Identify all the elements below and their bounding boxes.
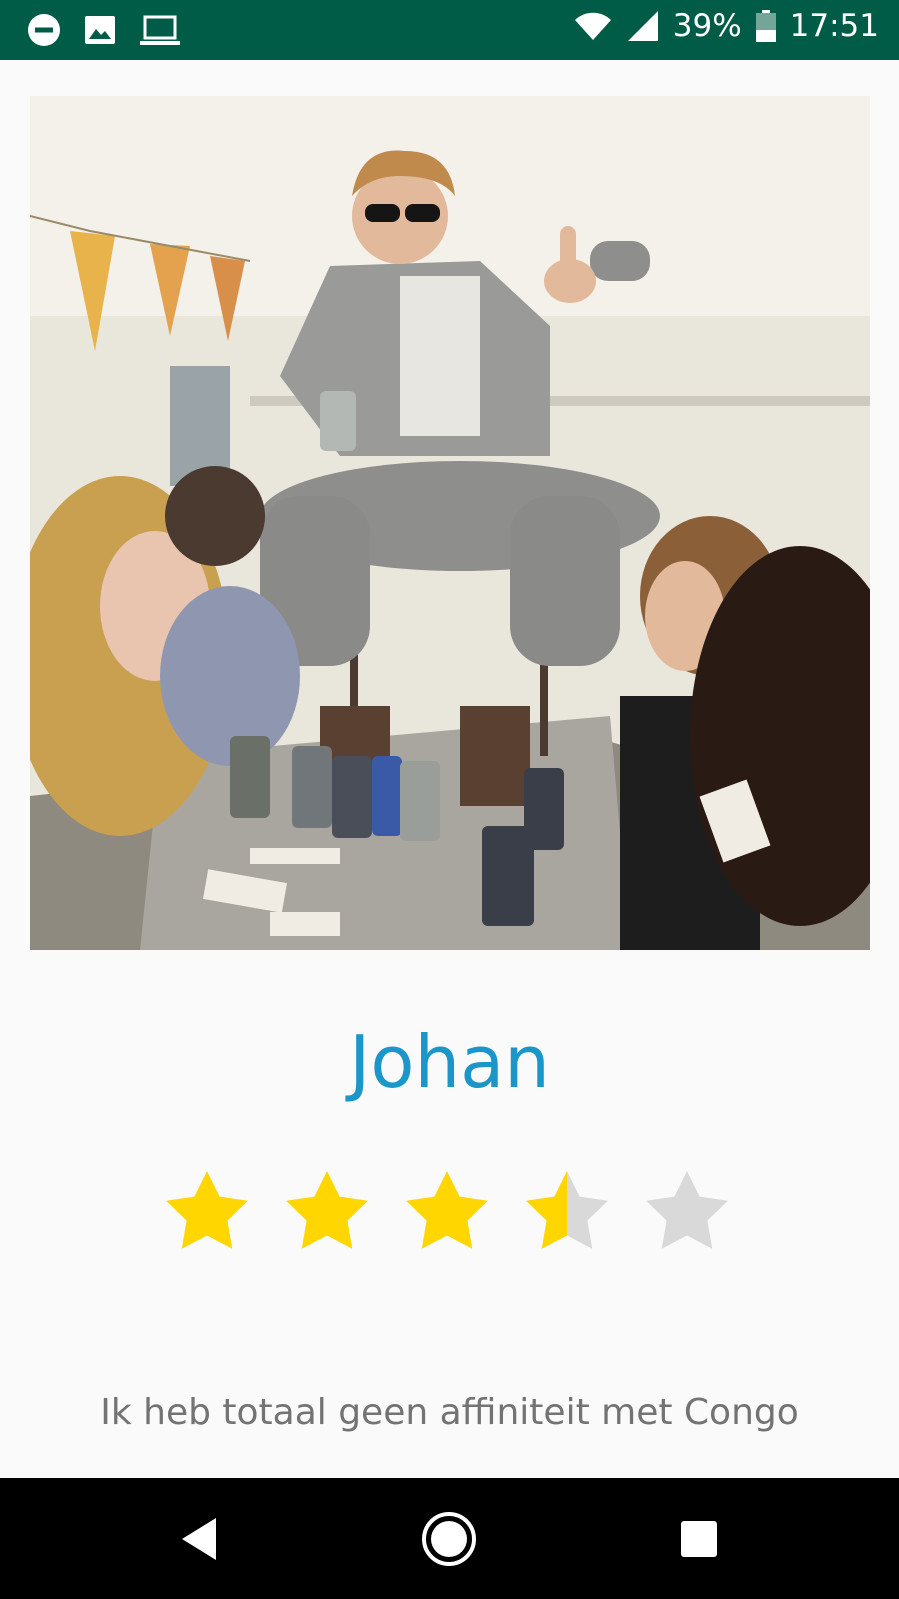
profile-name: Johan bbox=[349, 1020, 550, 1104]
star-icon-filled bbox=[166, 1171, 248, 1249]
home-button[interactable] bbox=[414, 1504, 484, 1574]
profile-card: Johan Ik heb totaal geen affiniteit met … bbox=[0, 60, 899, 1478]
profile-quote: Ik heb totaal geen affiniteit met Congo bbox=[100, 1392, 799, 1433]
star-icon-half bbox=[526, 1171, 608, 1249]
star-icon-empty bbox=[646, 1171, 728, 1249]
gallery-icon bbox=[85, 16, 115, 44]
clock: 17:51 bbox=[789, 8, 879, 44]
navigation-bar bbox=[0, 1478, 899, 1599]
recents-icon bbox=[681, 1521, 717, 1557]
star-rating bbox=[158, 1165, 736, 1263]
home-icon bbox=[422, 1512, 476, 1566]
battery-icon bbox=[755, 10, 776, 42]
profile-photo bbox=[30, 96, 870, 950]
party-photo bbox=[30, 96, 870, 950]
star-icon-filled bbox=[406, 1171, 488, 1249]
status-bar: 39% 17:51 bbox=[0, 0, 899, 60]
recents-button[interactable] bbox=[664, 1504, 734, 1574]
back-button[interactable] bbox=[164, 1504, 234, 1574]
do-not-disturb-icon bbox=[28, 14, 60, 46]
battery-percent: 39% bbox=[672, 8, 742, 44]
wifi-icon bbox=[574, 12, 611, 41]
cell-signal-icon bbox=[627, 11, 658, 41]
star-icon-filled bbox=[286, 1171, 368, 1249]
laptop-icon bbox=[140, 15, 180, 45]
back-icon bbox=[182, 1518, 216, 1560]
